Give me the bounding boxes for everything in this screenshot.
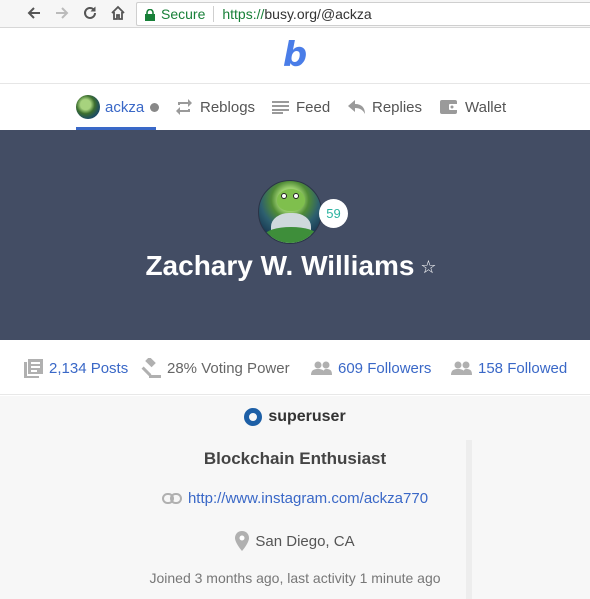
rank-badge: superuser: [0, 408, 590, 426]
voting-power-value: 28% Voting Power: [167, 359, 290, 377]
url-protocol: https://: [222, 6, 265, 22]
avatar-leaf: [265, 227, 317, 243]
voting-power-stat: 28% Voting Power: [141, 357, 290, 379]
tab-replies[interactable]: Replies: [348, 84, 422, 130]
star-icon[interactable]: ☆: [420, 257, 436, 277]
avatar-eye: [281, 193, 287, 199]
avatar-face: [277, 189, 305, 211]
reload-button[interactable]: [80, 3, 100, 23]
tab-reblogs[interactable]: Reblogs: [175, 84, 255, 130]
tab-label: Reblogs: [200, 98, 256, 116]
profile-bio: Blockchain Enthusiast: [203, 449, 387, 468]
website-link[interactable]: http://www.instagram.com/ackza770: [188, 490, 428, 507]
profile-tabs: ackza Reblogs Feed Replies Wallet: [0, 84, 590, 130]
forward-button[interactable]: [52, 3, 72, 23]
tab-wallet[interactable]: Wallet: [440, 84, 506, 130]
url-separator: [213, 6, 215, 22]
tab-label: Feed: [296, 98, 331, 116]
gavel-icon: [141, 358, 161, 378]
reload-icon: [84, 6, 96, 19]
location-text: San Diego, CA: [255, 532, 355, 550]
rank-label: superuser: [268, 408, 346, 425]
posts-icon: [24, 358, 43, 378]
website-row: http://www.instagram.com/ackza770: [0, 490, 590, 507]
home-button[interactable]: [108, 3, 128, 23]
followers-stat[interactable]: 609 Followers: [311, 357, 431, 379]
browser-toolbar: Secure https:// busy.org/@ackza: [0, 0, 590, 28]
profile-name-row: Zachary W. Williams ☆: [0, 250, 590, 282]
reply-icon: [348, 100, 365, 114]
url-path: busy.org/@ackza: [264, 6, 372, 22]
followed-icon: [451, 361, 472, 375]
profile-name: Zachary W. Williams: [145, 250, 415, 281]
address-bar[interactable]: Secure https:// busy.org/@ackza: [136, 2, 590, 26]
location-pin-icon: [235, 531, 250, 551]
followers-icon: [311, 361, 332, 375]
lock-icon: [145, 8, 155, 21]
secure-label: Secure: [161, 6, 206, 22]
tab-label: Replies: [372, 98, 423, 116]
reputation-badge: 59: [319, 199, 348, 228]
tab-label: Wallet: [465, 98, 507, 116]
followed-count: 158 Followed: [478, 359, 568, 377]
tab-feed[interactable]: Feed: [272, 84, 330, 130]
reblog-icon: [176, 99, 192, 115]
profile-name-group: Zachary W. Williams ☆: [145, 250, 436, 282]
link-icon: [161, 493, 182, 504]
home-icon: [111, 5, 125, 20]
tab-label: ackza: [105, 98, 145, 116]
feed-icon: [272, 101, 289, 114]
joined-info: Joined 3 months ago, last activity 1 min…: [149, 570, 441, 586]
rank-ring-icon: [244, 408, 263, 426]
posts-count: 2,134 Posts: [49, 359, 129, 377]
back-arrow-icon: [27, 7, 40, 19]
tab-profile[interactable]: ackza: [76, 84, 160, 130]
wallet-icon: [440, 100, 458, 114]
busy-logo[interactable]: b: [283, 38, 307, 72]
posts-stat[interactable]: 2,134 Posts: [24, 357, 128, 379]
site-header: b: [0, 28, 590, 84]
profile-stats: 2,134 Posts 28% Voting Power 609 Followe…: [0, 340, 590, 395]
followers-count: 609 Followers: [338, 359, 432, 377]
location-row: San Diego, CA: [0, 531, 590, 551]
status-dot: [150, 102, 160, 112]
followed-stat[interactable]: 158 Followed: [451, 357, 567, 379]
profile-avatar[interactable]: [258, 180, 322, 244]
avatar: [76, 95, 100, 119]
avatar-eye: [293, 193, 299, 199]
forward-arrow-icon: [56, 7, 69, 19]
back-button[interactable]: [24, 3, 44, 23]
